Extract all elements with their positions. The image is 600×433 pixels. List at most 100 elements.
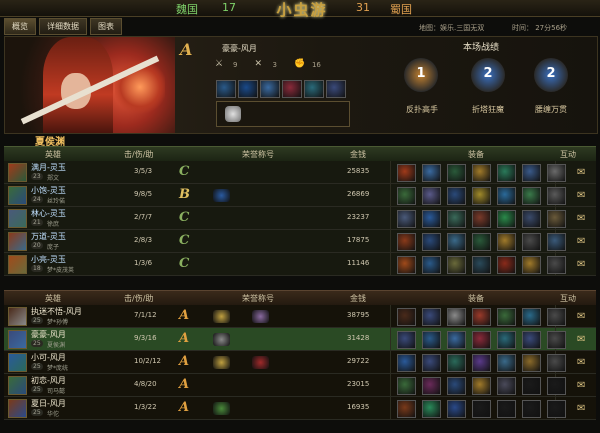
item-icon[interactable] <box>397 164 416 182</box>
item-icon[interactable] <box>447 331 466 349</box>
player-row[interactable]: 林心-灵玉 21 徐庶 2/7/7 C 23237 ✉ <box>4 207 596 230</box>
item-icon[interactable] <box>547 187 566 205</box>
item-icon[interactable] <box>447 164 466 182</box>
item-icon[interactable] <box>397 256 416 274</box>
item-icon[interactable] <box>422 233 441 251</box>
item-icon[interactable] <box>522 233 541 251</box>
item-icon[interactable] <box>422 354 441 372</box>
item-icon[interactable] <box>547 210 566 228</box>
item-icon[interactable] <box>397 331 416 349</box>
item-icon[interactable] <box>547 377 566 395</box>
scroll-icon[interactable]: ✉ <box>577 212 587 225</box>
item-icon[interactable] <box>522 377 541 395</box>
item-icon[interactable] <box>522 187 541 205</box>
scroll-icon[interactable]: ✉ <box>577 333 587 346</box>
item-icon[interactable] <box>447 256 466 274</box>
player-row[interactable]: 小饱-灵玉 24 丝玲偌 9/8/5 B 26869 ✉ <box>4 184 596 207</box>
item-icon[interactable] <box>447 377 466 395</box>
item-icon[interactable] <box>547 308 566 326</box>
item-icon[interactable] <box>497 377 516 395</box>
item-icon[interactable] <box>497 210 516 228</box>
player-row[interactable]: 万道-灵玉 20 庞子 2/8/3 C 17875 ✉ <box>4 230 596 253</box>
tab-charts[interactable]: 图表 <box>90 18 122 35</box>
item-icon[interactable] <box>282 80 302 98</box>
grade-value: A <box>179 354 190 369</box>
item-icon[interactable] <box>522 256 541 274</box>
player-row[interactable]: 小亮-灵玉 18 梦*皮茂英 1/3/6 C 11146 ✉ <box>4 253 596 276</box>
item-icon[interactable] <box>447 400 466 418</box>
item-icon[interactable] <box>260 80 280 98</box>
item-icon[interactable] <box>472 210 491 228</box>
item-icon[interactable] <box>497 256 516 274</box>
item-icon[interactable] <box>547 164 566 182</box>
item-icon[interactable] <box>422 164 441 182</box>
item-icon[interactable] <box>447 233 466 251</box>
item-icon[interactable] <box>472 164 491 182</box>
item-icon[interactable] <box>238 80 258 98</box>
scroll-icon[interactable]: ✉ <box>577 189 587 202</box>
item-icon[interactable] <box>397 400 416 418</box>
item-icon[interactable] <box>397 233 416 251</box>
item-icon[interactable] <box>522 331 541 349</box>
player-row[interactable]: 豪豪-风月 25 夏侯渊 9/3/16 A 31428 ✉ <box>4 328 596 351</box>
scroll-icon[interactable]: ✉ <box>577 235 587 248</box>
item-icon[interactable] <box>422 308 441 326</box>
player-row[interactable]: 小可-风月 25 梦*庞统 10/2/12 A 29722 ✉ <box>4 351 596 374</box>
item-icon[interactable] <box>326 80 346 98</box>
item-icon[interactable] <box>547 256 566 274</box>
scroll-icon[interactable]: ✉ <box>577 379 587 392</box>
item-icon[interactable] <box>397 308 416 326</box>
item-icon[interactable] <box>472 377 491 395</box>
scroll-icon[interactable]: ✉ <box>577 402 587 415</box>
scroll-icon[interactable]: ✉ <box>577 166 587 179</box>
item-icon[interactable] <box>547 233 566 251</box>
item-icon[interactable] <box>447 354 466 372</box>
item-icon[interactable] <box>547 400 566 418</box>
item-icon[interactable] <box>497 354 516 372</box>
scroll-icon[interactable]: ✉ <box>577 356 587 369</box>
item-icon[interactable] <box>522 354 541 372</box>
item-icon[interactable] <box>522 308 541 326</box>
item-icon[interactable] <box>472 331 491 349</box>
item-icon[interactable] <box>422 331 441 349</box>
player-row[interactable]: 执迷不悟-风月 25 梦*孙傅 7/1/12 A 38795 ✉ <box>4 305 596 328</box>
item-icon[interactable] <box>522 164 541 182</box>
item-icon[interactable] <box>472 256 491 274</box>
player-row[interactable]: 夏日-风月 25 华佗 1/3/22 A 16935 ✉ <box>4 397 596 420</box>
item-icon[interactable] <box>522 210 541 228</box>
item-icon[interactable] <box>422 377 441 395</box>
item-icon[interactable] <box>547 331 566 349</box>
scroll-icon[interactable]: ✉ <box>577 310 587 323</box>
item-icon[interactable] <box>397 354 416 372</box>
tab-overview[interactable]: 概览 <box>4 18 36 35</box>
item-icon[interactable] <box>472 233 491 251</box>
item-icon[interactable] <box>216 80 236 98</box>
player-row[interactable]: 满月-灵玉 23 郑文 3/5/3 C 25835 ✉ <box>4 161 596 184</box>
scroll-icon[interactable]: ✉ <box>577 258 587 271</box>
item-icon[interactable] <box>547 354 566 372</box>
item-icon[interactable] <box>422 400 441 418</box>
item-icon[interactable] <box>304 80 324 98</box>
item-icon[interactable] <box>447 187 466 205</box>
item-icon[interactable] <box>472 187 491 205</box>
item-icon[interactable] <box>397 187 416 205</box>
item-icon[interactable] <box>422 187 441 205</box>
item-icon[interactable] <box>497 164 516 182</box>
item-icon[interactable] <box>447 308 466 326</box>
item-icon[interactable] <box>472 354 491 372</box>
item-icon[interactable] <box>472 400 491 418</box>
item-icon[interactable] <box>397 377 416 395</box>
player-row[interactable]: 初恋-风月 25 司马懿 4/8/20 A 23015 ✉ <box>4 374 596 397</box>
item-icon[interactable] <box>497 187 516 205</box>
item-icon[interactable] <box>522 400 541 418</box>
item-icon[interactable] <box>422 256 441 274</box>
item-icon[interactable] <box>422 210 441 228</box>
item-icon[interactable] <box>397 210 416 228</box>
item-icon[interactable] <box>447 210 466 228</box>
tab-details[interactable]: 详细数据 <box>39 18 87 35</box>
item-icon[interactable] <box>497 331 516 349</box>
item-icon[interactable] <box>497 308 516 326</box>
item-icon[interactable] <box>497 233 516 251</box>
item-icon[interactable] <box>497 400 516 418</box>
item-icon[interactable] <box>472 308 491 326</box>
